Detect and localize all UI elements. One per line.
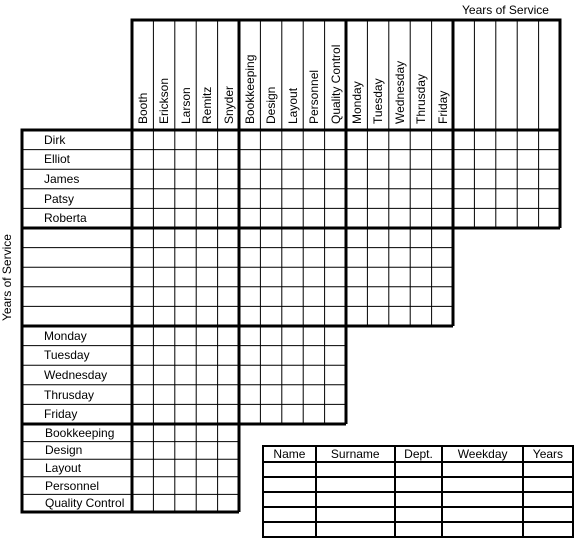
row-label-thrusday: Thrusday [44, 387, 95, 402]
column-header-bookkeeping: Bookkeeping [243, 54, 257, 124]
row-label-roberta: Roberta [44, 211, 87, 226]
column-header-larson: Larson [178, 87, 193, 124]
answer-cell[interactable] [314, 506, 396, 523]
answer-cell[interactable] [521, 491, 575, 508]
answer-cell[interactable] [441, 461, 524, 478]
side-years-title: Years of Service [0, 234, 14, 322]
answer-header-weekday: Weekday [441, 445, 524, 463]
answer-cell[interactable] [314, 521, 396, 538]
answer-row [262, 476, 575, 493]
answer-header-surname: Surname [314, 445, 396, 463]
row-label-patsy: Patsy [44, 191, 75, 206]
column-header-personnel: Personnel [307, 69, 322, 124]
answer-cell[interactable] [262, 461, 317, 478]
answer-cell[interactable] [521, 521, 575, 538]
row-label-monday: Monday [44, 328, 87, 343]
answer-cell[interactable] [521, 461, 575, 478]
answer-cell[interactable] [262, 491, 317, 508]
row-label-james: James [44, 172, 80, 186]
column-header-design: Design [264, 86, 279, 124]
column-header-erickson: Erickson [157, 77, 172, 124]
row-label-bookkeeping: Bookkeeping [45, 425, 115, 440]
answer-cell[interactable] [314, 491, 396, 508]
answer-header-row: Name Surname Dept. Weekday Years [262, 445, 575, 463]
answer-cell[interactable] [441, 491, 524, 508]
answer-cell[interactable] [521, 506, 575, 523]
row-label-layout: Layout [45, 461, 82, 475]
column-header-quality-control: Quality Control [328, 44, 343, 124]
answer-cell[interactable] [393, 461, 444, 478]
answer-row [262, 521, 575, 538]
column-header-friday: Friday [435, 90, 450, 124]
answer-cell[interactable] [262, 506, 317, 523]
row-label-personnel: Personnel [45, 478, 100, 493]
answer-row [262, 491, 575, 508]
column-header-tuesday: Tuesday [371, 78, 386, 124]
answer-cell[interactable] [262, 521, 317, 538]
answer-row [262, 506, 575, 523]
column-header-remitz: Remitz [200, 86, 215, 124]
column-header-layout: Layout [285, 87, 300, 124]
row-label-tuesday: Tuesday [44, 348, 90, 363]
answer-cell[interactable] [262, 476, 317, 493]
top-years-title: Years of Service [462, 3, 549, 17]
row-label-dirk: Dirk [44, 132, 66, 147]
answer-cell[interactable] [521, 476, 575, 493]
column-header-booth: Booth [136, 92, 150, 124]
column-header-thrusday: Thrusday [414, 73, 429, 124]
answer-header-years: Years [521, 445, 575, 463]
row-label-elliot: Elliot [44, 152, 71, 167]
answer-cell[interactable] [314, 461, 396, 478]
answer-cell[interactable] [393, 521, 444, 538]
column-header-wednesday: Wednesday [392, 60, 407, 124]
column-header-snyder: Snyder [221, 85, 236, 124]
row-label-friday: Friday [44, 407, 78, 422]
answer-row [262, 461, 575, 478]
row-label-design: Design [45, 443, 83, 458]
row-label-wednesday: Wednesday [44, 368, 108, 382]
answer-cell[interactable] [441, 521, 524, 538]
answer-cell[interactable] [314, 476, 396, 493]
answer-cell[interactable] [441, 476, 524, 493]
answer-cell[interactable] [393, 491, 444, 508]
answer-cell[interactable] [441, 506, 524, 523]
answer-table: Name Surname Dept. Weekday Years [262, 445, 575, 538]
column-header-monday: Monday [350, 81, 364, 124]
row-label-quality-control: Quality Control [45, 496, 125, 511]
answer-header-dept: Dept. [393, 445, 444, 463]
answer-cell[interactable] [393, 506, 444, 523]
answer-header-name: Name [262, 445, 317, 463]
answer-cell[interactable] [393, 476, 444, 493]
